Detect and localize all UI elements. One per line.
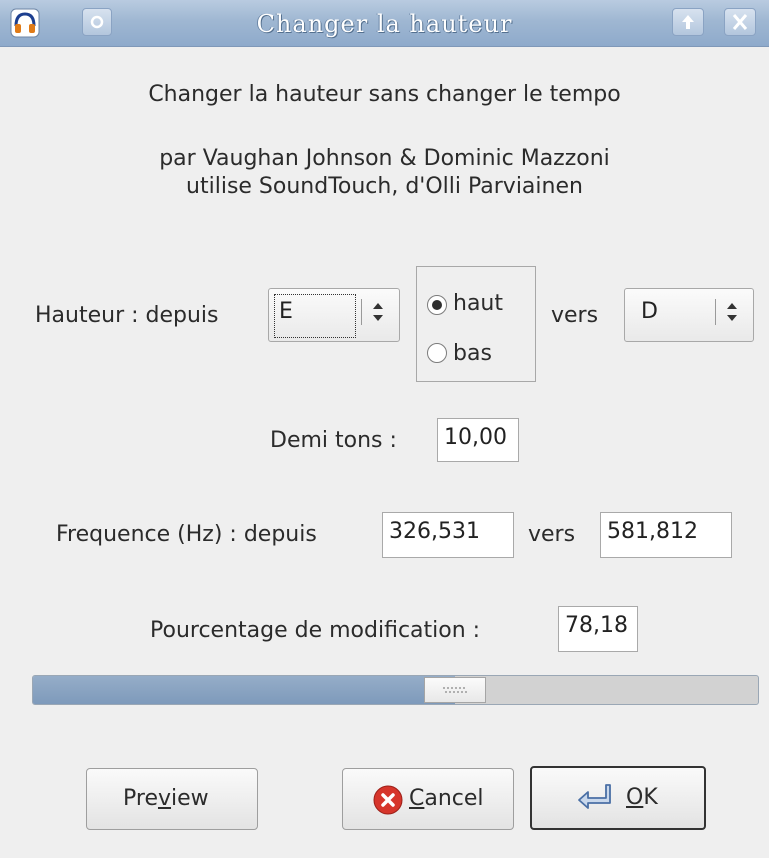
pitch-to-select[interactable]: D [624, 288, 754, 342]
radio-up[interactable] [427, 295, 447, 315]
semitones-label: Demi tons : [270, 428, 397, 453]
credits-line-1: par Vaughan Johnson & Dominic Mazzoni [159, 146, 610, 171]
spin-arrows-icon [725, 297, 739, 327]
radio-up-label[interactable]: haut [453, 291, 503, 316]
close-x-icon[interactable] [724, 8, 756, 36]
frequency-to-label: vers [528, 522, 576, 547]
frequency-from-input[interactable]: 326,531 [382, 512, 514, 558]
preview-button[interactable]: Preview [86, 768, 258, 830]
percent-label: Pourcentage de modification : [150, 618, 481, 643]
frequency-to-input[interactable]: 581,812 [600, 512, 732, 558]
pitch-from-select[interactable]: E [268, 288, 400, 342]
direction-radio-group: haut bas [416, 266, 536, 382]
cancel-button[interactable]: Cancel [342, 768, 514, 830]
window-title: Changer la hauteur [256, 10, 513, 38]
grip-icon [443, 687, 467, 693]
radio-down[interactable] [427, 343, 447, 363]
semitones-input[interactable]: 10,00 [437, 418, 519, 462]
slider-fill [33, 676, 455, 704]
combo-separator [361, 299, 362, 325]
percent-slider[interactable] [32, 675, 759, 705]
slider-thumb[interactable] [424, 677, 486, 703]
cancel-button-label: Cancel [409, 786, 484, 811]
ok-button[interactable]: OK [530, 766, 706, 830]
percent-input[interactable]: 78,18 [558, 606, 638, 652]
pitch-to-label: vers [551, 303, 599, 328]
radio-down-label[interactable]: bas [453, 341, 492, 366]
frequency-from-label: Frequence (Hz) : depuis [56, 522, 317, 547]
combo-separator [715, 299, 716, 325]
up-arrow-icon[interactable] [672, 8, 704, 36]
cancel-icon [373, 785, 403, 821]
enter-arrow-icon [576, 782, 612, 818]
pitch-to-value: D [641, 299, 658, 324]
pitch-from-label: Hauteur : depuis [35, 303, 219, 328]
spin-arrows-icon [371, 297, 385, 327]
ok-button-label: OK [626, 785, 658, 810]
title-bar[interactable]: Changer la hauteur [0, 0, 769, 47]
preview-button-label: Preview [123, 786, 209, 811]
effect-description: Changer la hauteur sans changer le tempo [148, 82, 621, 107]
credits-line-2: utilise SoundTouch, d'Olli Parviainen [186, 174, 583, 199]
pitch-from-value: E [279, 299, 293, 324]
